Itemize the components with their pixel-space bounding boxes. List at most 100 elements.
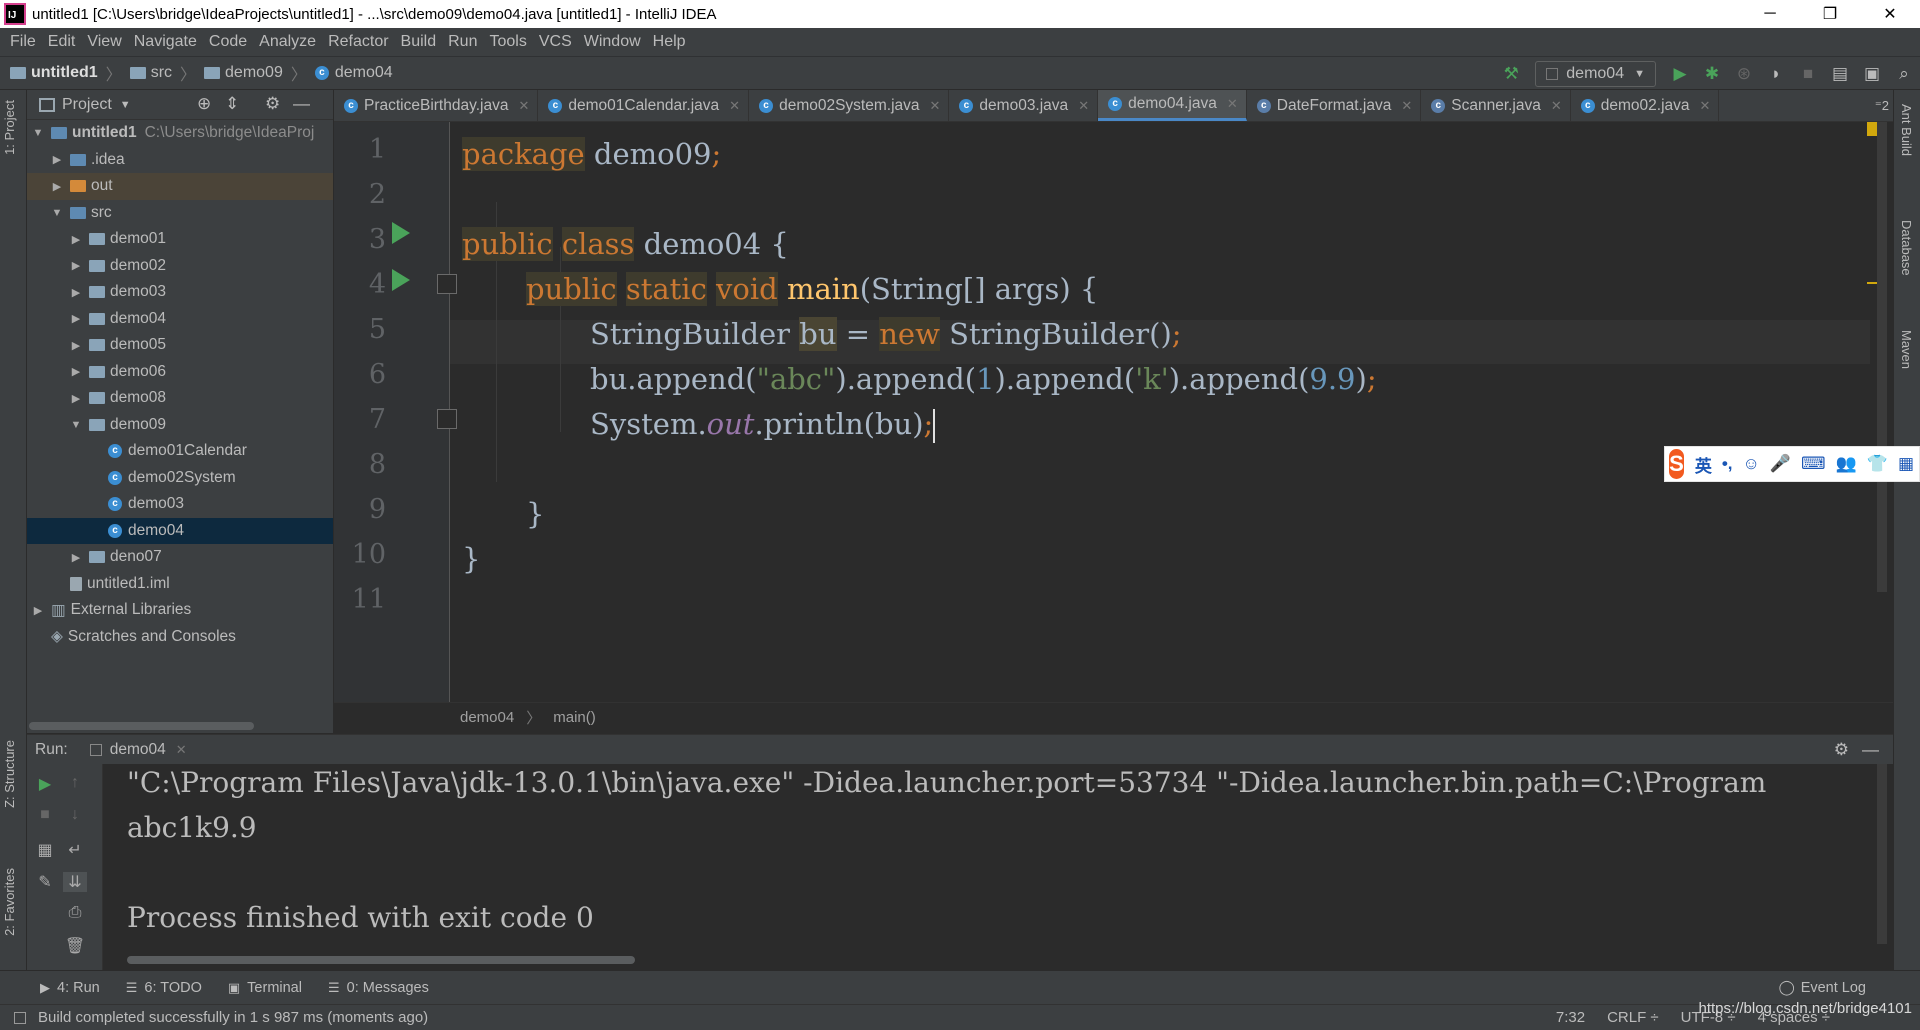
nav-package[interactable]: demo09	[204, 64, 283, 82]
menu-build[interactable]: Build	[401, 33, 437, 51]
run-tab-demo04[interactable]: demo04 ✕	[89, 741, 187, 759]
tree-item[interactable]: ▼ demo09	[27, 412, 333, 439]
chevron-down-icon[interactable]: ▼	[69, 419, 83, 431]
tree-item[interactable]: ▶ demo01	[27, 226, 333, 253]
tree-item[interactable]: c demo01Calendar	[27, 438, 333, 465]
ime-keyboard-icon[interactable]: ⌨	[1801, 454, 1826, 474]
ime-skin-icon[interactable]: 👕	[1867, 454, 1888, 474]
menu-code[interactable]: Code	[209, 33, 247, 51]
tree-item[interactable]: ▼ src	[27, 200, 333, 227]
menu-navigate[interactable]: Navigate	[134, 33, 197, 51]
project-structure-icon[interactable]: ▤	[1824, 57, 1856, 91]
run-main-gutter-icon[interactable]	[392, 269, 410, 291]
tree-item[interactable]: ▶ demo03	[27, 279, 333, 306]
menu-window[interactable]: Window	[584, 33, 641, 51]
gear-icon[interactable]: ⚙	[1834, 740, 1849, 760]
ime-emoji-icon[interactable]: ☺	[1743, 454, 1760, 474]
console-vertical-scrollbar[interactable]	[1877, 764, 1887, 944]
chevron-right-icon[interactable]: ▶	[50, 153, 64, 166]
down-icon[interactable]: ↓	[63, 806, 87, 824]
ime-punctuation-icon[interactable]: •,	[1722, 454, 1733, 474]
code-editor[interactable]: 1 2 3 4 5 6 7 8 9 10 11 package demo09; public cla…	[334, 122, 1893, 702]
chevron-down-icon[interactable]: ▼	[120, 99, 131, 111]
menu-refactor[interactable]: Refactor	[328, 33, 388, 51]
tree-item[interactable]: ▶ out	[27, 173, 333, 200]
restore-button[interactable]: ❐	[1800, 0, 1860, 28]
tree-item[interactable]: untitled1.iml	[27, 571, 333, 598]
chevron-right-icon[interactable]: ▶	[69, 551, 83, 564]
line-separator[interactable]: CRLF ÷	[1607, 1009, 1659, 1026]
close-button[interactable]: ✕	[1860, 0, 1920, 28]
tree-item[interactable]: ▶ demo08	[27, 385, 333, 412]
chevron-right-icon[interactable]: ▶	[50, 180, 64, 193]
sogou-logo-icon[interactable]: S	[1669, 449, 1684, 479]
ime-menu-icon[interactable]: ▦	[1898, 454, 1914, 474]
stop-icon[interactable]: ■	[33, 806, 57, 824]
chevron-right-icon[interactable]: ▶	[69, 365, 83, 378]
run-configuration-select[interactable]: demo04 ▼	[1535, 61, 1656, 87]
fold-icon[interactable]	[437, 409, 457, 429]
tab-favorites-tool[interactable]: 2: Favorites	[2, 868, 17, 936]
editor-tab[interactable]: c PracticeBirthday.java ✕	[334, 90, 539, 121]
rerun-icon[interactable]: ▶	[33, 774, 57, 794]
nav-src[interactable]: src	[129, 64, 172, 82]
tool-run[interactable]: ▶ 4: Run	[40, 980, 100, 996]
status-message[interactable]: Build completed successfully in 1 s 987 …	[38, 1009, 428, 1026]
tree-item[interactable]: ◈ Scratches and Consoles	[27, 624, 333, 651]
chevron-down-icon[interactable]: ▼	[31, 127, 45, 139]
stop-icon[interactable]: ■	[1792, 57, 1824, 91]
tool-todo[interactable]: ☰ 6: TODO	[126, 980, 202, 996]
tab-database[interactable]: Database	[1899, 220, 1914, 276]
tree-item[interactable]: ▶ demo04	[27, 306, 333, 333]
collapse-all-icon[interactable]: ⇕	[225, 94, 239, 114]
tool-messages[interactable]: ☰ 0: Messages	[328, 980, 429, 996]
horizontal-scrollbar[interactable]	[29, 722, 254, 730]
close-tab-icon[interactable]: ✕	[729, 98, 740, 114]
search-icon[interactable]: ⌕	[1888, 57, 1920, 91]
editor-tab[interactable]: c demo02System.java ✕	[749, 90, 950, 121]
menu-vcs[interactable]: VCS	[539, 33, 572, 51]
menu-file[interactable]: File	[10, 33, 36, 51]
tree-item[interactable]: c demo04	[27, 517, 333, 544]
locate-icon[interactable]: ⊕	[197, 94, 211, 114]
menu-tools[interactable]: Tools	[489, 33, 526, 51]
close-tab-icon[interactable]: ✕	[1401, 98, 1412, 114]
ime-language-toggle[interactable]: 英	[1695, 452, 1712, 477]
coverage-icon[interactable]: ⊛	[1728, 57, 1760, 91]
print-icon[interactable]: ⎙	[63, 904, 87, 922]
project-view-select[interactable]: Project	[62, 96, 112, 114]
restore-layout-icon[interactable]: ▦	[33, 840, 57, 860]
caret-position[interactable]: 7:32	[1556, 1009, 1585, 1026]
close-tab-icon[interactable]: ✕	[176, 742, 187, 758]
editor-tab[interactable]: c demo02.java ✕	[1571, 90, 1720, 121]
run-icon[interactable]: ▶	[1664, 57, 1696, 91]
trash-icon[interactable]: 🗑	[63, 936, 87, 956]
tab-ant-build[interactable]: Ant Build	[1899, 104, 1914, 156]
tree-item[interactable]: c demo03	[27, 491, 333, 518]
tab-list-menu-icon[interactable]: ⁼2	[1875, 98, 1889, 114]
chevron-right-icon[interactable]: ▶	[69, 286, 83, 299]
debug-icon[interactable]: ✱	[1696, 57, 1728, 91]
status-toggle-icon[interactable]	[14, 1011, 26, 1024]
chevron-right-icon[interactable]: ▶	[69, 339, 83, 352]
tree-item[interactable]: ▶ .idea	[27, 147, 333, 174]
tree-item[interactable]: ▶ ▥ External Libraries	[27, 597, 333, 624]
event-log-button[interactable]: ◯ Event Log	[1778, 980, 1866, 996]
breadcrumb-class[interactable]: demo04	[460, 709, 514, 726]
chevron-right-icon[interactable]: ▶	[69, 259, 83, 272]
tree-item[interactable]: ▶ demo02	[27, 253, 333, 280]
chevron-right-icon[interactable]: ▶	[69, 392, 83, 405]
gear-icon[interactable]: ⚙	[265, 94, 280, 114]
editor-tab[interactable]: c demo04.java ✕	[1098, 90, 1247, 121]
run-class-gutter-icon[interactable]	[392, 222, 410, 244]
tree-item[interactable]: ▶ demo05	[27, 332, 333, 359]
menu-run[interactable]: Run	[448, 33, 477, 51]
chevron-down-icon[interactable]: ▼	[50, 207, 64, 219]
tree-item[interactable]: ▶ deno07	[27, 544, 333, 571]
menu-help[interactable]: Help	[653, 33, 686, 51]
ime-user-icon[interactable]: 👥	[1836, 454, 1857, 474]
breadcrumb-method[interactable]: main()	[553, 709, 596, 726]
tree-item[interactable]: c demo02System	[27, 465, 333, 492]
ime-voice-icon[interactable]: 🎤	[1770, 454, 1791, 474]
hide-icon[interactable]: —	[1862, 740, 1879, 760]
